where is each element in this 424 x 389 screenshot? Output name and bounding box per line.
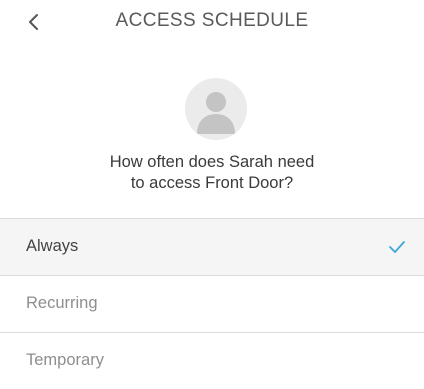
question-line-2: to access Front Door? xyxy=(130,174,294,192)
option-temporary[interactable]: Temporary xyxy=(0,332,424,389)
access-question: How often does Sarah need to access Fron… xyxy=(0,152,424,194)
avatar xyxy=(185,78,247,140)
option-label: Temporary xyxy=(26,351,104,369)
page-title: ACCESS SCHEDULE xyxy=(115,10,309,31)
option-recurring[interactable]: Recurring xyxy=(0,275,424,332)
question-line-1: How often does Sarah need xyxy=(109,153,315,171)
option-label: Always xyxy=(26,237,79,255)
schedule-options: Always Recurring Temporary xyxy=(0,218,424,389)
user-silhouette-icon xyxy=(197,92,235,134)
option-always[interactable]: Always xyxy=(0,218,424,275)
option-label: Recurring xyxy=(26,294,98,312)
header: ACCESS SCHEDULE xyxy=(0,0,424,44)
check-icon xyxy=(388,239,406,255)
